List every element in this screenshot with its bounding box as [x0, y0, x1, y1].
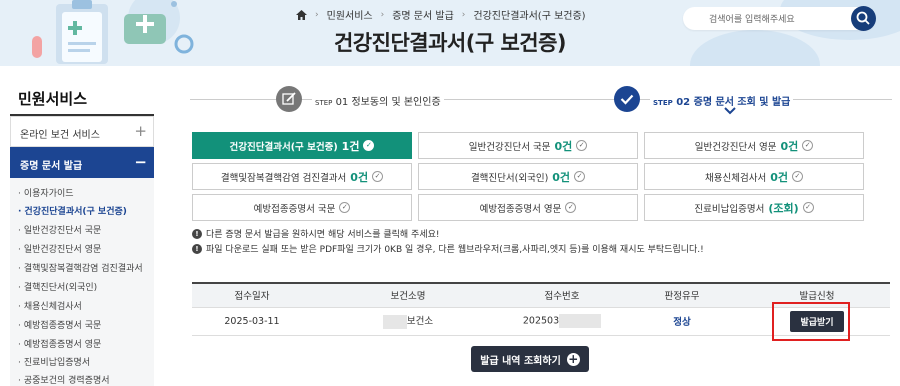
submenu-item[interactable]: 결핵및잠복결핵감염 검진결과서 — [18, 261, 143, 274]
doc-vaccination-en[interactable]: 예방접종증명서 영문 ✓ — [418, 194, 638, 221]
breadcrumb-item[interactable]: 건강진단결과서(구 보건증) — [473, 7, 585, 22]
submenu-item[interactable]: 결핵진단서(외국인) — [18, 280, 97, 293]
sidebar-item-online-health[interactable]: 온라인 보건 서비스 + — [10, 116, 154, 147]
judgment-cell: 정상 — [620, 307, 744, 336]
minus-icon: − — [134, 153, 147, 171]
receipt-date: 2025-03-11 — [192, 307, 312, 336]
check-circle-icon: ✓ — [339, 202, 351, 213]
doc-tb-foreigner[interactable]: 결핵진단서(외국인) 0건 ✓ — [418, 163, 638, 190]
breadcrumb-item[interactable]: 민원서비스 — [327, 7, 373, 22]
edit-icon — [276, 86, 302, 112]
submenu-item[interactable]: 진료비납입증명서 — [18, 355, 90, 368]
view-history-button[interactable]: 발급 내역 조회하기 + — [471, 346, 589, 372]
submenu-item[interactable]: 예방접종증명서 국문 — [18, 318, 101, 331]
button-label: 발급 내역 조회하기 — [480, 355, 561, 367]
check-circle-icon: ✓ — [791, 171, 803, 182]
step-1-label: STEP 01 정보동의 및 본인인증 — [312, 93, 444, 108]
doc-vaccination-kr[interactable]: 예방접종증명서 국문 ✓ — [192, 194, 412, 221]
check-circle-icon: ✓ — [574, 171, 586, 182]
check-circle-icon: ✓ — [802, 140, 814, 151]
doc-label: 진료비납입증명서 — [694, 203, 765, 215]
plus-icon: + — [134, 122, 147, 140]
breadcrumb-item[interactable]: 증명 문서 발급 — [392, 7, 454, 22]
column-header: 접수번호 — [504, 282, 620, 308]
submenu-item[interactable]: 이용자가이드 — [18, 186, 74, 199]
breadcrumb: › 민원서비스 › 증명 문서 발급 › 건강진단결과서(구 보건증) — [296, 7, 586, 22]
doc-health-certificate[interactable]: 건강진단결과서(구 보건증) 1건 ✓ — [192, 132, 412, 159]
search-icon — [856, 11, 870, 25]
sidebar-title: 민원서비스 — [18, 90, 88, 108]
chevron-down-icon — [724, 107, 736, 115]
notice: ! 다른 증명 문서 발급을 원하시면 해당 서비스를 클릭해 주세요! — [192, 227, 440, 240]
notice: ! 파일 다운로드 실패 또는 받은 PDF파일 크기가 0KB 일 경우, 다른… — [192, 242, 704, 255]
check-circle-icon: ✓ — [802, 202, 814, 213]
doc-count: 0건 — [770, 170, 788, 184]
doc-tb-result[interactable]: 결핵및잠복결핵감염 검진결과서 0건 ✓ — [192, 163, 412, 190]
column-header: 보건소명 — [312, 282, 504, 308]
notice-text: 다른 증명 문서 발급을 원하시면 해당 서비스를 클릭해 주세요! — [206, 230, 440, 240]
doc-employment-exam[interactable]: 채용신체검사서 0건 ✓ — [644, 163, 864, 190]
submenu-item[interactable]: 공중보건의 경력증명서 — [18, 373, 110, 386]
chevron-right-icon: › — [315, 9, 319, 20]
doc-count: 0건 — [780, 139, 799, 153]
page-title: 건강진단결과서(구 보건증) — [333, 31, 567, 55]
submenu-item[interactable]: 예방접종증명서 영문 — [18, 337, 101, 350]
doc-medical-payment[interactable]: 진료비납입증명서 (조회) ✓ — [644, 194, 864, 221]
search-box[interactable]: 검색어를 입력해주세요 — [683, 6, 876, 31]
doc-count: 0건 — [552, 170, 571, 184]
doc-label: 일반건강진단서 국문 — [468, 141, 551, 153]
submenu-item-active[interactable]: 건강진단결과서(구 보건증) — [18, 204, 126, 217]
doc-label: 결핵진단서(외국인) — [470, 172, 549, 184]
doc-label: 채용신체검사서 — [705, 172, 767, 184]
doc-label: 결핵및잠복결핵감염 검진결과서 — [220, 172, 347, 184]
plus-circle-icon: + — [566, 351, 580, 366]
health-center-name: 보건소 — [406, 316, 434, 328]
chevron-right-icon: › — [461, 9, 466, 20]
check-circle-icon: ✓ — [363, 140, 375, 151]
check-circle-icon: ✓ — [372, 171, 384, 182]
notice-text: 파일 다운로드 실패 또는 받은 PDF파일 크기가 0KB 일 경우, 다른 … — [206, 245, 704, 255]
check-circle-icon: ✓ — [565, 202, 577, 213]
info-icon: ! — [192, 243, 202, 254]
search-button[interactable] — [851, 6, 876, 31]
redacted-mask — [382, 314, 407, 329]
step-2-label: STEP 02 증명 문서 조회 및 발급 — [650, 93, 794, 108]
health-center-cell: 보건소 — [312, 307, 504, 336]
submenu-item[interactable]: 일반건강진단서 영문 — [18, 242, 101, 255]
highlight-box — [772, 302, 850, 341]
doc-label: 건강진단결과서(구 보건증) — [229, 141, 338, 153]
sidebar-item-label: 온라인 보건 서비스 — [20, 130, 100, 141]
redacted-mask — [559, 314, 602, 328]
doc-label: 예방접종증명서 국문 — [253, 203, 336, 215]
doc-general-en[interactable]: 일반건강진단서 영문 0건 ✓ — [644, 132, 864, 159]
check-icon — [614, 86, 640, 112]
doc-label: 일반건강진단서 영문 — [694, 141, 777, 153]
home-icon[interactable] — [296, 9, 307, 20]
sidebar-submenu: 이용자가이드 건강진단결과서(구 보건증) 일반건강진단서 국문 일반건강진단서… — [10, 178, 154, 386]
column-header: 판정유무 — [620, 282, 744, 308]
receipt-number: 202503 — [522, 315, 560, 327]
submenu-item[interactable]: 채용신체검사서 — [18, 299, 82, 312]
doc-label: 예방접종증명서 영문 — [479, 203, 562, 215]
submenu-item[interactable]: 일반건강진단서 국문 — [18, 223, 101, 236]
doc-count: 0건 — [554, 139, 573, 153]
doc-count: (조회) — [768, 201, 799, 215]
receipt-number-cell: 202503 — [504, 307, 620, 336]
sidebar-item-certificates[interactable]: 증명 문서 발급 − — [10, 147, 154, 178]
doc-count: 1건 — [341, 139, 360, 153]
search-input[interactable]: 검색어를 입력해주세요 — [709, 12, 795, 25]
check-circle-icon: ✓ — [576, 140, 588, 151]
column-header: 접수일자 — [192, 282, 312, 308]
info-icon: ! — [192, 228, 202, 239]
judgment-status[interactable]: 정상 — [673, 317, 690, 328]
doc-count: 0건 — [350, 170, 369, 184]
sidebar-item-label: 증명 문서 발급 — [20, 161, 83, 172]
page-header: › 민원서비스 › 증명 문서 발급 › 건강진단결과서(구 보건증) 건강진단… — [0, 0, 900, 66]
chevron-right-icon: › — [380, 9, 385, 20]
doc-general-kr[interactable]: 일반건강진단서 국문 0건 ✓ — [418, 132, 638, 159]
